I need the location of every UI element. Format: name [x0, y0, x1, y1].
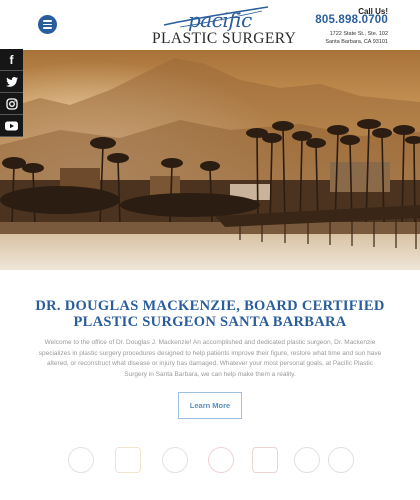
badge-icon — [115, 447, 141, 473]
headline-line-1: DR. DOUGLAS MACKENZIE, BOARD CERTIFIED — [35, 298, 385, 314]
instagram-icon[interactable] — [0, 93, 23, 115]
badge-icon — [294, 447, 320, 473]
youtube-icon[interactable] — [0, 115, 23, 137]
address-line-1: 1722 State St., Ste. 102 — [329, 31, 388, 37]
phone-link[interactable]: 805.898.0700 — [315, 14, 388, 26]
badge-icon — [162, 447, 188, 473]
address-line-2: Santa Barbara, CA 93101 — [325, 39, 388, 45]
site-logo[interactable]: pacific PLASTIC SURGERY — [150, 5, 296, 47]
badge-icon — [252, 447, 278, 473]
learn-more-button[interactable]: Learn More — [178, 392, 242, 419]
badge-icon — [68, 447, 94, 473]
intro-paragraph: Welcome to the office of Dr. Douglas J. … — [38, 339, 382, 378]
headline-line-2: PLASTIC SURGEON SANTA BARBARA — [73, 314, 347, 330]
badge-icon — [208, 447, 234, 473]
logo-script-text: pacific — [188, 8, 252, 32]
certification-badges — [60, 445, 360, 475]
facebook-icon[interactable]: f — [0, 49, 23, 71]
page-headline: DR. DOUGLAS MACKENZIE, BOARD CERTIFIED P… — [0, 298, 420, 330]
social-sidebar: f — [0, 49, 23, 137]
hero-image — [0, 50, 420, 270]
hamburger-menu-icon[interactable] — [38, 15, 57, 34]
logo-main-text: PLASTIC SURGERY — [152, 30, 297, 47]
twitter-icon[interactable] — [0, 71, 23, 93]
site-header: pacific PLASTIC SURGERY Call Us! 805.898… — [0, 0, 420, 50]
badge-icon — [328, 447, 354, 473]
